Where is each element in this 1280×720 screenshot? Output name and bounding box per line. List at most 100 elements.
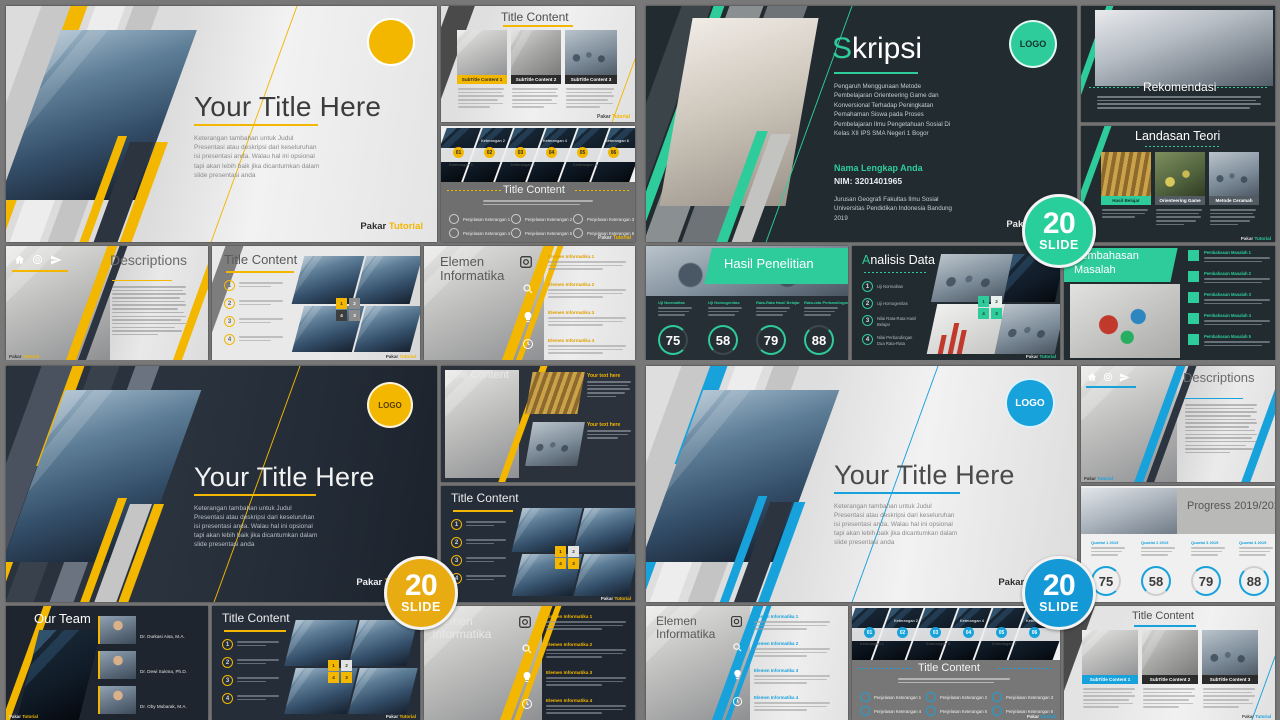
- logo-badge-circle[interactable]: LOGO: [1009, 20, 1057, 68]
- quadrant-yellow-dark[interactable]: LOGO Your Title Here Keterangan tambahan…: [0, 360, 640, 720]
- timeline-marker: 04: [546, 147, 557, 158]
- card-body-text: [458, 88, 504, 110]
- slide-timeline-yellow[interactable]: 01 02 03 04 05 06 Keterangan 2 Keteranga…: [441, 126, 635, 242]
- slide-title-content-numbered-yellow[interactable]: Title Content 1 2 3 4 1 2 4 3 Pakar Tuto…: [212, 246, 420, 360]
- slide-elemen-informatika-yellow-dark[interactable]: Elemen Informatika Elemen Informatika 1 …: [424, 606, 635, 720]
- photo-index: 1: [978, 296, 989, 307]
- student-nim: NIM: 3201401965: [834, 176, 903, 186]
- item-label: Nilai Rata-Rata Hasil Belajar: [877, 316, 916, 328]
- stat-value: 88: [1239, 566, 1269, 596]
- item-body-text: [1204, 341, 1270, 348]
- slide-title-content-cards-yellow[interactable]: Title Content SubTitle Content 1 SubTitl…: [441, 6, 635, 122]
- quadrant-green-dark[interactable]: LOGO Skripsi Pengaruh Menggunaan Metode …: [640, 0, 1280, 360]
- item-marker: [511, 228, 521, 238]
- logo-badge-circle[interactable]: LOGO: [1005, 378, 1055, 428]
- card-body-text: [1102, 209, 1148, 220]
- team-photo: [98, 686, 136, 714]
- brand-label: Pakar Tutorial: [600, 596, 631, 601]
- slide-hero-yellow-light[interactable]: Your Title Here Keterangan tambahan untu…: [6, 6, 437, 242]
- item-marker: 1: [224, 280, 235, 291]
- stat-label: Quartal 2 2019: [1141, 540, 1169, 545]
- slide-title-content-numbered-2-yellow-dark[interactable]: Title Content 1 2 3 4 1 2 4 3 Pakar Tuto…: [212, 606, 420, 720]
- card-subtitle: SubTitle Content 1: [457, 75, 507, 84]
- photo-index: 2: [349, 298, 360, 309]
- item-title: Pembahasan Masalah 3: [1204, 292, 1252, 297]
- page-title: Your Title Here: [194, 91, 382, 122]
- slide-timeline-blue[interactable]: 01 02 03 04 05 06 Keterangan 2 Keteranga…: [852, 606, 1060, 720]
- description-body-text: [112, 286, 186, 338]
- slide-hasil-penelitian[interactable]: Hasil Penelitian Uji Normalitas Uji Homo…: [646, 246, 848, 360]
- logo-badge-circle[interactable]: LOGO: [367, 382, 413, 428]
- timeline-marker: 06: [1029, 627, 1040, 638]
- slide-title-content-research-yellow-dark[interactable]: Title Content Your text here Your text h…: [441, 366, 635, 482]
- decor-dotted-line: [858, 668, 914, 669]
- team-member-name: Dr. Durkasi Aisa, M.A.: [140, 634, 185, 639]
- photo-blocks: [1070, 284, 1180, 358]
- target-icon: [1103, 372, 1113, 382]
- item-body-text: [548, 289, 626, 300]
- photo-index: 3: [568, 558, 579, 569]
- timeline-label: Keterangan 1: [449, 162, 474, 167]
- hero-description: Keterangan tambahan untuk Judul Presenta…: [834, 503, 958, 547]
- slide-hero-blue-light[interactable]: LOGO Your Title Here Keterangan tambahan…: [646, 366, 1077, 602]
- card-image: [525, 422, 585, 466]
- section-title-line1: Elemen: [656, 614, 697, 628]
- slide-analisis-data[interactable]: Analisis Data 1 Uji Normalitas 2 Uji Hom…: [852, 246, 1060, 360]
- card-image: [1202, 630, 1258, 678]
- title-underline: [194, 124, 318, 126]
- slide-landasan-teori[interactable]: Landasan Teori Hasil Belajar Orienteerin…: [1081, 126, 1275, 242]
- item-label: [239, 318, 283, 325]
- item-title: Elemen Informatika 1: [754, 614, 799, 619]
- card-subtitle: SubTitle Content 2: [511, 75, 561, 84]
- item-label: [466, 539, 506, 546]
- slide-descriptions-blue[interactable]: Descriptions Pakar Tutorial: [1081, 366, 1275, 482]
- slide-descriptions-yellow[interactable]: Descriptions Pakar Tutorial: [6, 246, 208, 360]
- item-label: [466, 521, 506, 528]
- item-title: Pembahasan Masalah 4: [1204, 313, 1252, 318]
- decor-dotted-line: [575, 190, 629, 191]
- section-title: Progress 2019/2020: [1187, 500, 1275, 512]
- brand-label: Pakar Tutorial: [1084, 476, 1113, 481]
- photo-index: 4: [328, 672, 339, 683]
- quadrant-yellow-light[interactable]: Your Title Here Keterangan tambahan untu…: [0, 0, 640, 360]
- card-image: [457, 30, 507, 78]
- item-label: Penjelasan Keterangan 5: [940, 709, 988, 714]
- timeline-marker: 05: [577, 147, 588, 158]
- section-body-text: [898, 678, 1010, 685]
- photo-city: [573, 508, 635, 552]
- page-title: Your Title Here: [834, 460, 1015, 490]
- section-title: Title Content: [222, 611, 290, 625]
- card-image: [1209, 152, 1259, 198]
- item-marker: [992, 692, 1002, 702]
- item-body-text: [546, 649, 626, 660]
- item-title: Elemen Informatika 2: [548, 282, 595, 287]
- item-title: Elemen Informatika 4: [548, 338, 595, 343]
- quadrant-blue-light[interactable]: LOGO Your Title Here Keterangan tambahan…: [640, 360, 1280, 720]
- item-marker: [926, 706, 936, 716]
- title-underline: [194, 494, 316, 496]
- logo-badge-circle[interactable]: [367, 18, 415, 66]
- slide-elemen-informatika-yellow[interactable]: Elemen Informatika Elemen Informatika 1 …: [424, 246, 635, 360]
- card-body-text: [1083, 688, 1135, 710]
- slide-elemen-informatika-blue[interactable]: Elemen Informatika Elemen Informatika 1 …: [646, 606, 848, 720]
- slide-rekomendasi[interactable]: Rekomendasi: [1081, 6, 1275, 122]
- slide-progress-blue[interactable]: Progress 2019/2020 Quartal 1 2019 Quarta…: [1081, 486, 1275, 602]
- stat-label: Uji Homogenitas: [708, 300, 740, 305]
- item-marker: 2: [222, 657, 233, 668]
- item-label: [237, 695, 279, 702]
- home-icon: [14, 254, 25, 265]
- item-marker: [926, 692, 936, 702]
- timeline-marker: 04: [963, 627, 974, 638]
- slide-title-content-cards-blue[interactable]: Title Content SubTitle Content 1 SubTitl…: [1064, 606, 1275, 720]
- timeline-label: Keterangan 5: [573, 162, 598, 167]
- slide-pembahasan-masalah[interactable]: Pembahasan Masalah Pembahasan Masalah 1 …: [1064, 246, 1275, 360]
- item-marker: [511, 214, 521, 224]
- brand-label: Pakar Tutorial: [1242, 714, 1271, 719]
- slide-our-team[interactable]: Our Team Dr. Durkasi Aisa, M.A. Dr. Dewi…: [6, 606, 208, 720]
- slide-skripsi-hero[interactable]: LOGO Skripsi Pengaruh Menggunaan Metode …: [646, 6, 1077, 242]
- slide-hero-yellow-dark[interactable]: LOGO Your Title Here Keterangan tambahan…: [6, 366, 437, 602]
- decor-dotted-line: [1089, 87, 1139, 88]
- section-body-text: [483, 200, 593, 207]
- slide-title-content-numbered-yellow-dark[interactable]: Title Content 1 2 3 4 1 2 4 3 Pakar Tuto…: [441, 486, 635, 602]
- student-name: Nama Lengkap Anda: [834, 163, 923, 173]
